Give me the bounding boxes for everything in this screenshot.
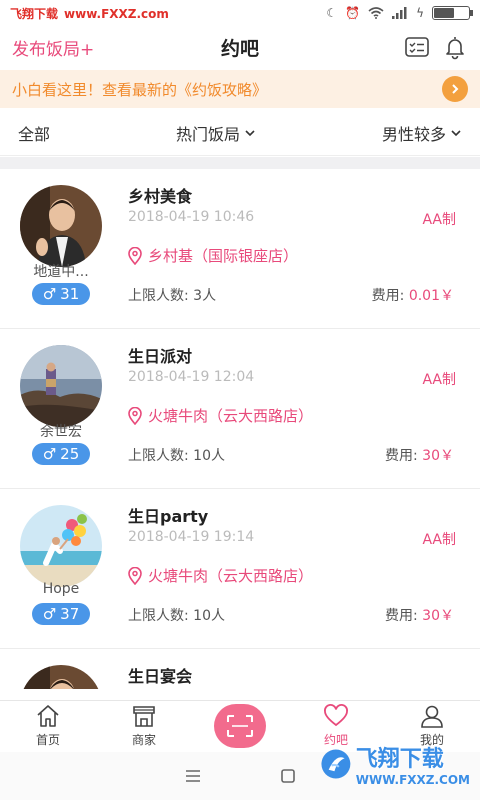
filter-hot-label: 热门饭局: [175, 124, 240, 144]
moon-icon: ☾: [326, 6, 338, 20]
tab-label: 商家: [131, 733, 156, 747]
fee-label: 费用:: [371, 288, 405, 304]
event-date: 2018-04-19 19:14: [128, 529, 255, 545]
watermark-logo-icon: [321, 749, 351, 779]
battery-icon: [432, 6, 473, 20]
event-title: 生日party: [128, 507, 209, 526]
location-pin-icon: [128, 246, 142, 265]
pay-type: AA制: [422, 532, 456, 548]
age: 31: [60, 285, 80, 303]
location-text: 火塘牛肉（云大西路店）: [148, 407, 314, 425]
fee-label: 费用:: [385, 608, 418, 624]
age: 37: [60, 605, 80, 623]
tab-store[interactable]: 商家: [96, 701, 192, 752]
status-bar: 飞翔下载 www.FXXZ.com ☾ ⏰ ϟ: [0, 0, 480, 26]
heart-icon: [324, 704, 348, 727]
filter-hot[interactable]: 热门饭局: [176, 121, 256, 145]
avatar[interactable]: [20, 505, 102, 587]
fee: 费用: 0.01￥: [372, 285, 454, 305]
section-divider: [0, 157, 480, 169]
people-limit: 上限人数: 10人: [128, 608, 225, 624]
male-icon: ♂: [42, 605, 57, 623]
location-pin-icon: [128, 566, 142, 585]
fee-amount: 30￥: [422, 448, 454, 464]
filter-gender-label: 男性较多: [381, 124, 446, 144]
nickname: Hope: [42, 581, 80, 597]
fee-amount: 30￥: [422, 608, 454, 624]
notice-text: 小白看这里！查看最新的《约饭攻略》: [12, 80, 268, 99]
nickname: 地道中...: [33, 264, 89, 280]
home-icon: [37, 705, 59, 727]
event-location[interactable]: 乡村基（国际银座店）: [128, 245, 298, 266]
wifi-icon: [368, 7, 384, 19]
event-card[interactable]: Hope ♂ 37 生日party 2018-04-19 19:14 AA制 火塘…: [0, 489, 480, 649]
status-icons: ☾ ⏰ ϟ: [326, 6, 473, 20]
avatar[interactable]: [20, 345, 102, 427]
avatar[interactable]: [20, 185, 102, 267]
people-limit: 上限人数: 3人: [128, 288, 217, 304]
home-square-icon[interactable]: [281, 769, 295, 783]
location-text: 火塘牛肉（云大西路店）: [148, 567, 314, 585]
fee: 费用: 30￥: [385, 605, 454, 625]
store-icon: [133, 706, 155, 727]
event-title: 生日宴会: [128, 667, 193, 686]
event-date: 2018-04-19 12:04: [128, 369, 255, 385]
event-title: 生日派对: [128, 347, 193, 366]
chevron-right-icon[interactable]: [442, 76, 468, 102]
scan-button[interactable]: [214, 704, 266, 748]
filter-all[interactable]: 全部: [18, 121, 50, 145]
event-date: 2018-04-19 10:46: [128, 209, 255, 225]
watermark-big: 飞翔下载: [355, 747, 444, 772]
signal-icon: [392, 7, 407, 19]
male-icon: ♂: [42, 445, 57, 463]
watermark-top-text2: www.FXXZ.com: [64, 6, 169, 21]
location-text: 乡村基（国际银座店）: [148, 247, 299, 265]
notice-banner[interactable]: 小白看这里！查看最新的《约饭攻略》: [0, 70, 480, 108]
checklist-icon[interactable]: [404, 34, 430, 60]
tab-home[interactable]: 首页: [0, 701, 96, 752]
watermark-small: WWW.FXXZ.COM: [355, 773, 470, 787]
filter-bar: 全部 热门饭局 男性较多: [0, 110, 480, 156]
location-pin-icon: [128, 406, 142, 425]
event-location[interactable]: 火塘牛肉（云大西路店）: [128, 405, 313, 426]
fee: 费用: 30￥: [385, 445, 454, 465]
app-screen: 飞翔下载 www.FXXZ.com ☾ ⏰ ϟ 发布饭局+ 约吧 小白看这里！查看…: [0, 0, 480, 800]
fee-label: 费用:: [385, 448, 418, 464]
alarm-icon: ⏰: [345, 6, 361, 20]
nickname: 余世宏: [40, 424, 82, 440]
people-limit: 上限人数: 10人: [128, 448, 225, 464]
gender-age-badge: ♂ 37: [32, 603, 90, 625]
event-card[interactable]: 生日宴会: [0, 649, 480, 689]
age: 25: [60, 445, 80, 463]
chevron-down-icon: [245, 129, 255, 136]
event-list: 地道中... ♂ 31 乡村美食 2018-04-19 10:46 AA制 乡村基…: [0, 169, 480, 689]
pay-type: AA制: [422, 372, 456, 388]
user-icon: [421, 705, 443, 728]
app-header: 发布饭局+ 约吧: [0, 26, 480, 68]
chevron-down-icon: [451, 129, 461, 136]
event-title: 乡村美食: [128, 187, 193, 206]
fee-amount: 0.01￥: [408, 288, 454, 304]
gender-age-badge: ♂ 31: [32, 283, 90, 305]
watermark-top-text1: 飞翔下载: [10, 6, 59, 21]
charging-icon: ϟ: [416, 6, 424, 20]
male-icon: ♂: [42, 285, 57, 303]
watermark-bottom: 飞翔下载 WWW.FXXZ.COM: [320, 736, 470, 792]
gender-age-badge: ♂ 25: [32, 443, 90, 465]
filter-gender[interactable]: 男性较多: [382, 121, 462, 145]
menu-icon[interactable]: [185, 770, 201, 782]
event-card[interactable]: 余世宏 ♂ 25 生日派对 2018-04-19 12:04 AA制 火塘牛肉（云…: [0, 329, 480, 489]
avatar[interactable]: [20, 665, 102, 689]
event-location[interactable]: 火塘牛肉（云大西路店）: [128, 565, 313, 586]
scan-icon: [227, 715, 253, 737]
bell-icon[interactable]: [442, 34, 468, 60]
watermark-top: 飞翔下载 www.FXXZ.com: [10, 5, 175, 22]
pay-type: AA制: [422, 212, 456, 228]
publish-meal-button[interactable]: 发布饭局+: [12, 35, 94, 60]
tab-label: 首页: [35, 733, 60, 747]
event-card[interactable]: 地道中... ♂ 31 乡村美食 2018-04-19 10:46 AA制 乡村基…: [0, 169, 480, 329]
